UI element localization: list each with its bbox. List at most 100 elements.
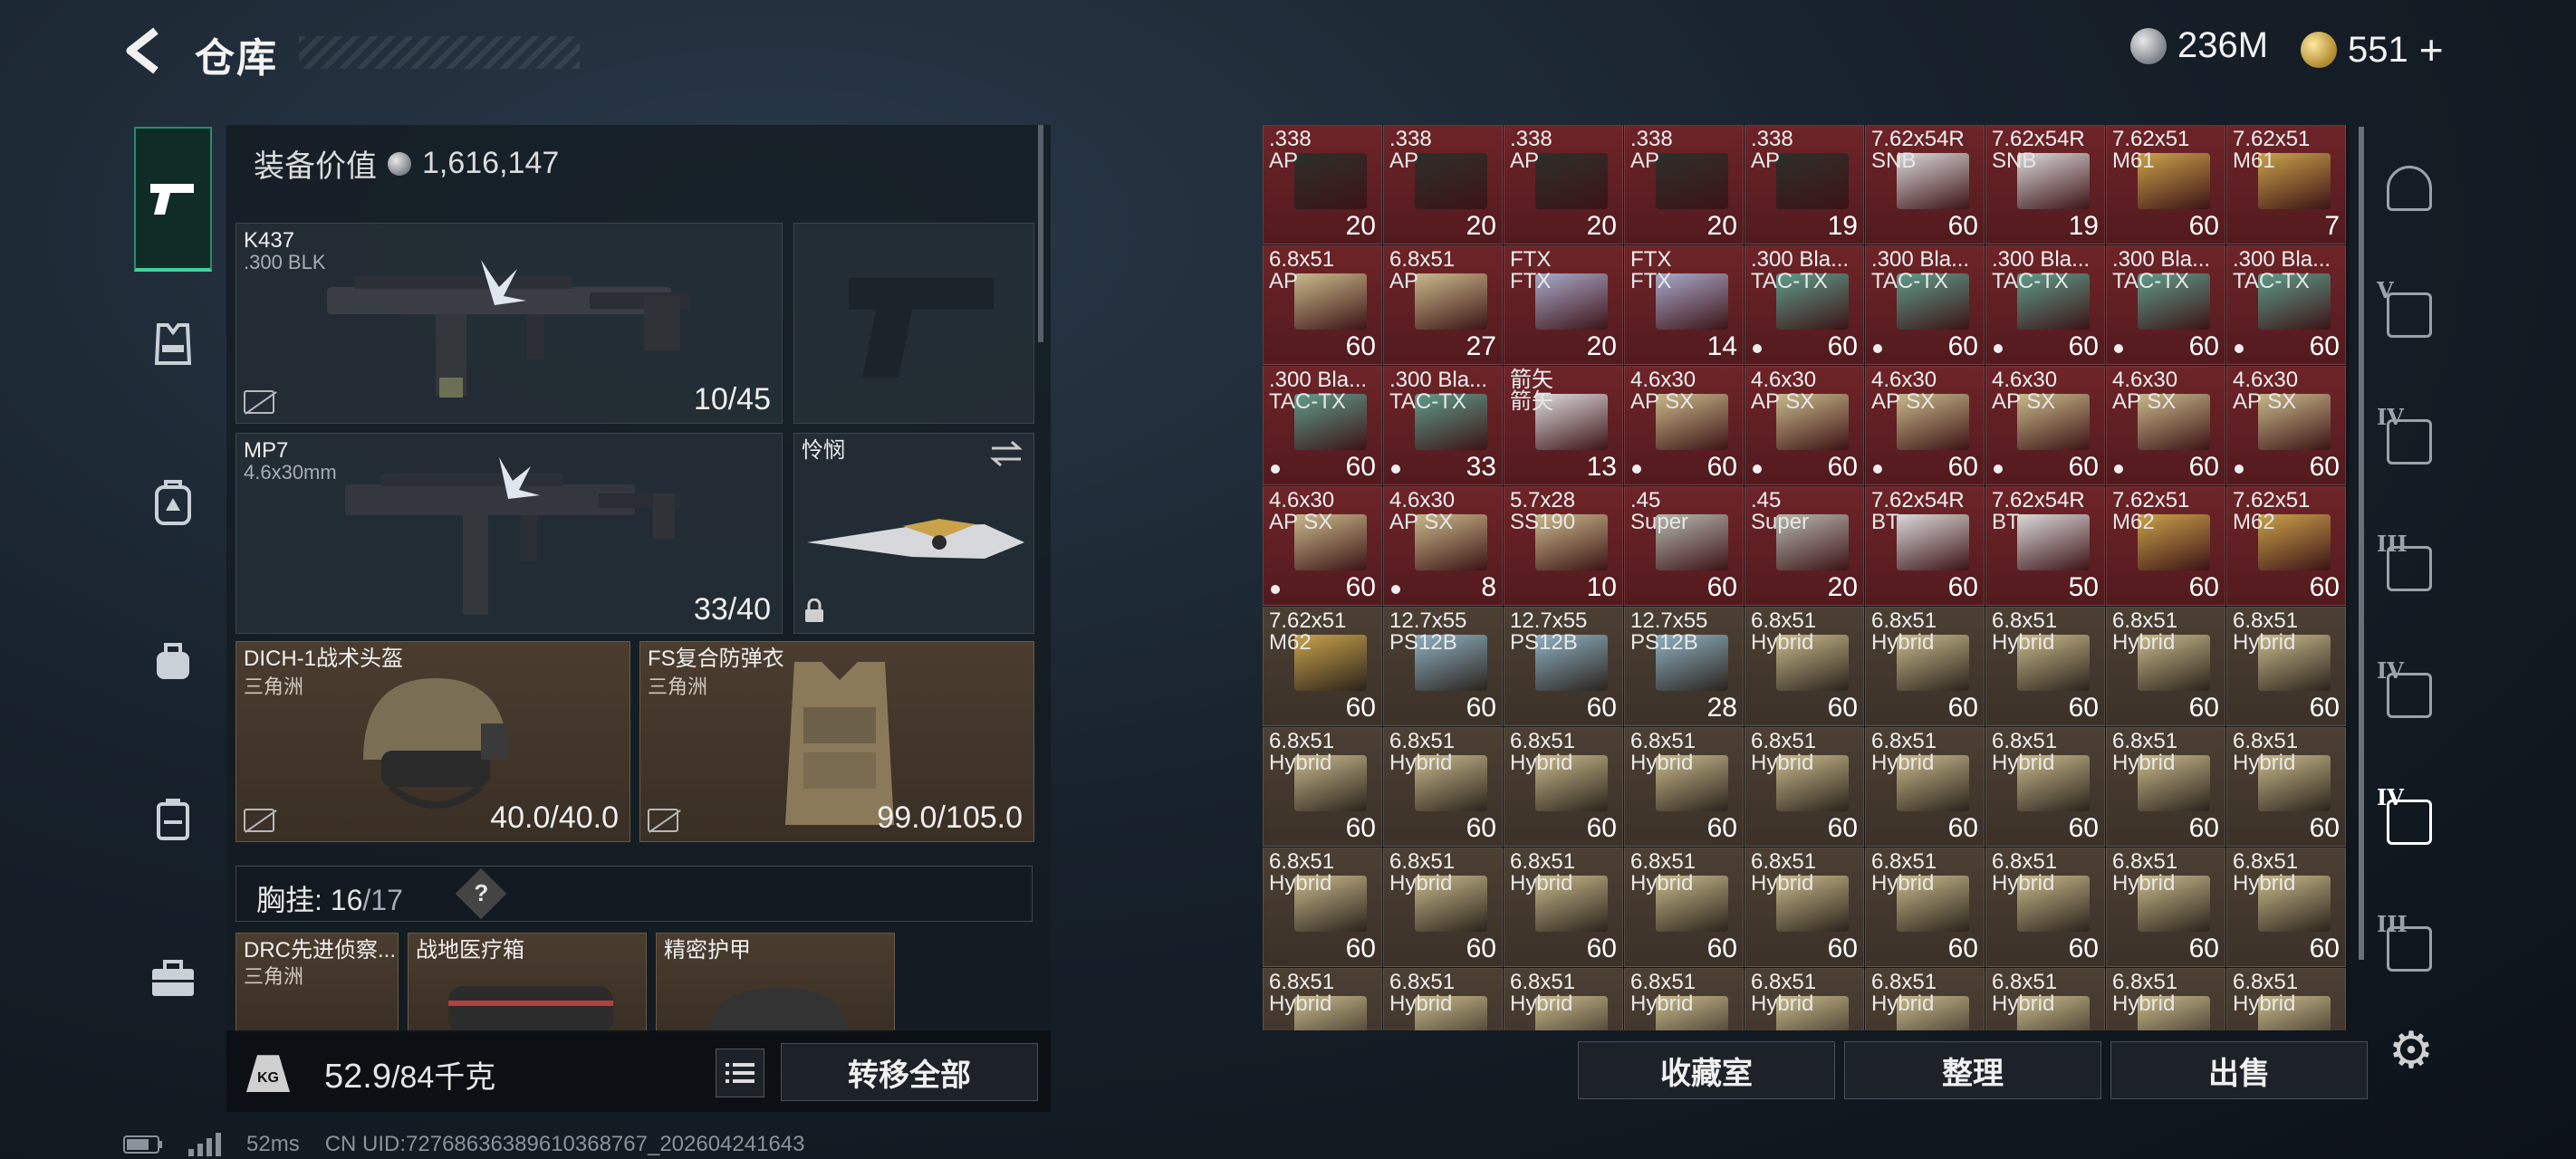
inventory-cell[interactable]: .300 Bla... TAC-TX 60 — [1865, 245, 1985, 365]
helmet-slot[interactable]: DICH-1战术头盔 三角洲 40.0/40.0 — [235, 641, 630, 842]
tab-vault-door[interactable] — [2375, 154, 2444, 223]
tab-case-tier-iii[interactable]: III — [2375, 531, 2444, 603]
sort-button[interactable]: 整理 — [1844, 1041, 2101, 1099]
inventory-cell[interactable]: .300 Bla... TAC-TX 60 — [1263, 366, 1382, 485]
inventory-cell[interactable]: FTX FTX 14 — [1624, 245, 1744, 365]
swap-icon[interactable] — [988, 439, 1024, 468]
inventory-cell[interactable]: 6.8x51 Hybrid 60 — [1383, 727, 1503, 847]
rig-item-1[interactable]: DRC先进侦察... 三角洲 — [235, 933, 399, 1032]
inventory-cell[interactable]: .45 Super 20 — [1745, 486, 1864, 606]
collection-room-button[interactable]: 收藏室 — [1578, 1041, 1835, 1099]
inventory-cell[interactable]: 6.8x51 Hybrid 60 — [2226, 727, 2346, 847]
rig-item-3[interactable]: 精密护甲 — [656, 933, 895, 1032]
nav-chest-rig[interactable] — [134, 272, 212, 417]
inventory-cell[interactable]: 7.62x54R SNB 60 — [1865, 125, 1985, 244]
inventory-cell[interactable]: 6.8x51 Hybrid 60 — [2226, 607, 2346, 726]
nav-backpack[interactable] — [134, 430, 212, 575]
add-currency-button[interactable]: + — [2419, 25, 2444, 74]
inventory-cell[interactable]: 4.6x30 AP SX 60 — [2226, 366, 2346, 485]
inventory-cell[interactable]: 6.8x51 Hybrid — [1865, 968, 1985, 1030]
inventory-cell[interactable]: 6.8x51 Hybrid 60 — [1263, 727, 1382, 847]
inventory-cell[interactable]: 6.8x51 Hybrid — [1263, 968, 1382, 1030]
inventory-cell[interactable]: 6.8x51 Hybrid 60 — [1745, 727, 1864, 847]
tab-case-tier-v[interactable]: V — [2375, 277, 2444, 350]
inventory-cell[interactable]: 6.8x51 Hybrid 60 — [1263, 848, 1382, 967]
tab-case-tier-iv[interactable]: IV — [2375, 404, 2444, 476]
inventory-cell[interactable]: 4.6x30 AP SX 60 — [1263, 486, 1382, 606]
inventory-cell[interactable]: .338 AP 20 — [1624, 125, 1744, 244]
primary-weapon-slot[interactable]: K437 .300 BLK 10/45 — [235, 223, 783, 424]
inventory-cell[interactable]: .338 AP 20 — [1504, 125, 1623, 244]
inventory-cell[interactable]: 6.8x51 Hybrid — [1504, 968, 1623, 1030]
inventory-cell[interactable]: .300 Bla... TAC-TX 60 — [1745, 245, 1864, 365]
sell-button[interactable]: 出售 — [2110, 1041, 2368, 1099]
inventory-cell[interactable]: 7.62x51 M61 7 — [2226, 125, 2346, 244]
inventory-cell[interactable]: .300 Bla... TAC-TX 60 — [1985, 245, 2105, 365]
secondary-weapon-slot[interactable]: MP7 4.6x30mm 33/40 — [235, 433, 783, 634]
nav-weapons[interactable] — [134, 127, 212, 272]
inventory-cell[interactable]: 6.8x51 Hybrid 60 — [1985, 727, 2105, 847]
inventory-cell[interactable]: 6.8x51 Hybrid 60 — [1745, 607, 1864, 726]
inventory-cell[interactable]: 4.6x30 AP SX 8 — [1383, 486, 1503, 606]
inventory-cell[interactable]: 6.8x51 AP 60 — [1263, 245, 1382, 365]
inventory-cell[interactable]: 6.8x51 Hybrid 60 — [1985, 848, 2105, 967]
armor-slot[interactable]: FS复合防弹衣 三角洲 99.0/105.0 — [639, 641, 1034, 842]
inventory-cell[interactable]: 6.8x51 Hybrid 60 — [1985, 607, 2105, 726]
inventory-cell[interactable]: .300 Bla... TAC-TX 33 — [1383, 366, 1503, 485]
inventory-cell[interactable]: .300 Bla... TAC-TX 60 — [2226, 245, 2346, 365]
inventory-cell[interactable]: 7.62x51 M62 60 — [2226, 486, 2346, 606]
inventory-cell[interactable]: .338 AP 20 — [1263, 125, 1382, 244]
inventory-cell[interactable]: .45 Super 60 — [1624, 486, 1744, 606]
nav-safe-box[interactable] — [134, 747, 212, 892]
tab-case-tier-iv[interactable]: IV — [2375, 657, 2444, 730]
inventory-cell[interactable]: 5.7x28 SS190 10 — [1504, 486, 1623, 606]
inventory-cell[interactable]: 4.6x30 AP SX 60 — [1865, 366, 1985, 485]
inventory-cell[interactable]: 7.62x51 M61 60 — [2106, 125, 2225, 244]
inventory-cell[interactable]: 6.8x51 Hybrid 60 — [1624, 848, 1744, 967]
inventory-cell[interactable]: 4.6x30 AP SX 60 — [1985, 366, 2105, 485]
tab-case-tier-iii[interactable]: III — [2375, 911, 2444, 983]
inventory-cell[interactable]: 12.7x55 PS12B 60 — [1383, 607, 1503, 726]
inventory-cell[interactable]: 6.8x51 Hybrid 60 — [1865, 607, 1985, 726]
pistol-slot-empty[interactable] — [793, 223, 1034, 424]
transfer-all-button[interactable]: 转移全部 — [781, 1043, 1038, 1101]
inventory-cell[interactable]: 6.8x51 Hybrid — [2106, 968, 2225, 1030]
back-arrow-icon[interactable] — [118, 24, 172, 78]
inventory-cell[interactable]: 6.8x51 Hybrid 60 — [1383, 848, 1503, 967]
inventory-cell[interactable]: 12.7x55 PS12B 28 — [1624, 607, 1744, 726]
inventory-cell[interactable]: 7.62x54R BT 60 — [1865, 486, 1985, 606]
gold-currency[interactable]: 551 + — [2301, 25, 2444, 74]
inventory-cell[interactable]: 6.8x51 Hybrid 60 — [2106, 607, 2225, 726]
inventory-cell[interactable]: 6.8x51 Hybrid 60 — [1624, 727, 1744, 847]
equipment-scrollbar[interactable] — [1038, 125, 1043, 342]
inventory-cell[interactable]: 4.6x30 AP SX 60 — [1745, 366, 1864, 485]
settings-gear-icon[interactable]: ⚙ — [2384, 1023, 2438, 1078]
inventory-cell[interactable]: 4.6x30 AP SX 60 — [2106, 366, 2225, 485]
inventory-cell[interactable]: 7.62x54R BT 50 — [1985, 486, 2105, 606]
inventory-cell[interactable]: 6.8x51 Hybrid 60 — [1745, 848, 1864, 967]
inventory-cell[interactable]: 4.6x30 AP SX 60 — [1624, 366, 1744, 485]
inventory-cell[interactable]: 6.8x51 AP 27 — [1383, 245, 1503, 365]
rig-item-2[interactable]: 战地医疗箱 — [408, 933, 647, 1032]
inventory-cell[interactable]: 6.8x51 Hybrid — [1383, 968, 1503, 1030]
inventory-cell[interactable]: 6.8x51 Hybrid 60 — [1865, 727, 1985, 847]
list-view-button[interactable] — [716, 1049, 764, 1097]
inventory-cell[interactable]: 6.8x51 Hybrid 60 — [2106, 848, 2225, 967]
inventory-cell[interactable]: 6.8x51 Hybrid 60 — [2106, 727, 2225, 847]
inventory-cell[interactable]: 7.62x51 M62 60 — [1263, 607, 1382, 726]
tab-ammo-box-tier-iv[interactable]: IV — [2375, 784, 2444, 857]
inventory-cell[interactable]: 6.8x51 Hybrid — [2226, 968, 2346, 1030]
inventory-cell[interactable]: 12.7x55 PS12B 60 — [1504, 607, 1623, 726]
inventory-cell[interactable]: .338 AP 19 — [1745, 125, 1864, 244]
inventory-cell[interactable]: .300 Bla... TAC-TX 60 — [2106, 245, 2225, 365]
inventory-cell[interactable]: .338 AP 20 — [1383, 125, 1503, 244]
melee-slot[interactable]: 怜悯 — [793, 433, 1034, 634]
inventory-cell[interactable]: 6.8x51 Hybrid — [1745, 968, 1864, 1030]
inventory-cell[interactable]: 6.8x51 Hybrid 60 — [1504, 848, 1623, 967]
inventory-cell[interactable]: 6.8x51 Hybrid 60 — [1865, 848, 1985, 967]
help-button[interactable]: ? — [455, 867, 507, 920]
inventory-cell[interactable]: 6.8x51 Hybrid — [1985, 968, 2105, 1030]
silver-currency[interactable]: 236M — [2130, 25, 2268, 66]
nav-pouch[interactable] — [134, 589, 212, 733]
inventory-cell[interactable]: 7.62x54R SNB 19 — [1985, 125, 2105, 244]
